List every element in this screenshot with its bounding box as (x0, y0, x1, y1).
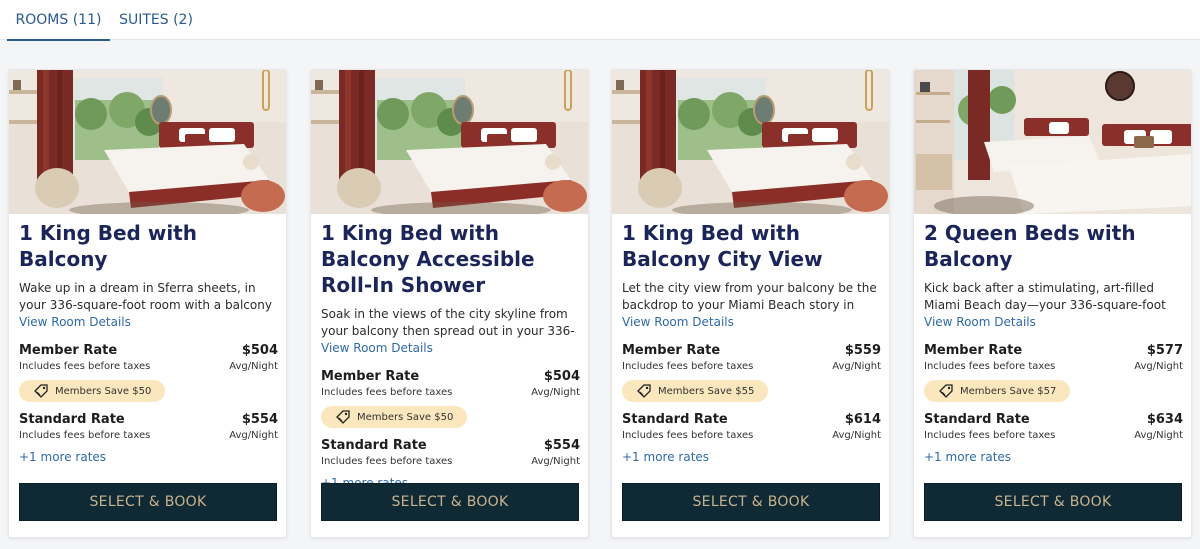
standard-rate-unit: Avg/Night (1134, 430, 1183, 441)
member-rate-unit: Avg/Night (1134, 361, 1183, 372)
view-room-details-link[interactable]: View Room Details (321, 340, 580, 356)
standard-rate-note: Includes fees before taxes (924, 430, 1056, 441)
standard-rate-label: Standard Rate (321, 438, 427, 453)
more-rates-link[interactable]: +1 more rates (622, 449, 881, 465)
standard-rate-row[interactable]: Standard Rate Includes fees before taxes… (321, 437, 580, 471)
member-rate-row[interactable]: Member Rate Includes fees before taxes $… (622, 342, 881, 376)
members-save-text: Members Save $55 (658, 385, 755, 397)
room-description: Wake up in a dream in Sferra sheets, in … (19, 281, 272, 312)
standard-rate-note: Includes fees before taxes (19, 430, 151, 441)
price-tag-icon (637, 384, 651, 398)
member-rate-row[interactable]: Member Rate Includes fees before taxes $… (321, 368, 580, 402)
member-rate-unit: Avg/Night (531, 387, 580, 398)
standard-rate-label: Standard Rate (19, 412, 125, 427)
standard-rate-price: $554 (241, 412, 278, 427)
standard-rate-row[interactable]: Standard Rate Includes fees before taxes… (622, 411, 881, 445)
member-rate-label: Member Rate (924, 343, 1023, 358)
room-photo[interactable] (914, 70, 1191, 214)
member-rate-label: Member Rate (622, 343, 721, 358)
members-save-text: Members Save $50 (357, 411, 454, 423)
more-rates-link[interactable]: +1 more rates (19, 449, 278, 465)
member-rate-price: $559 (844, 343, 881, 358)
view-room-details-link[interactable]: View Room Details (19, 314, 278, 330)
member-rate-note: Includes fees before taxes (622, 361, 754, 372)
room-title: 2 Queen Beds with Balcony (924, 221, 1136, 271)
room-card: 1 King Bed with Balcony Wake up in a dre… (8, 69, 287, 538)
standard-rate-price: $554 (543, 438, 580, 453)
standard-rate-price: $614 (844, 412, 881, 427)
standard-rate-note: Includes fees before taxes (321, 456, 453, 467)
price-tag-icon (34, 384, 48, 398)
room-description: Kick back after a stimulating, art-fille… (924, 281, 1166, 312)
members-save-text: Members Save $50 (55, 385, 152, 397)
room-card: 1 King Bed with Balcony Accessible Roll-… (310, 69, 589, 538)
member-rate-note: Includes fees before taxes (924, 361, 1056, 372)
room-photo[interactable] (612, 70, 889, 214)
standard-rate-label: Standard Rate (924, 412, 1030, 427)
select-and-book-button[interactable]: SELECT & BOOK (924, 483, 1182, 521)
room-description: Let the city view from your balcony be t… (622, 281, 877, 312)
members-save-badge: Members Save $57 (924, 380, 1071, 402)
price-tag-icon (336, 410, 350, 424)
select-and-book-button[interactable]: SELECT & BOOK (622, 483, 880, 521)
room-type-tabs: ROOMS (11) SUITES (2) (0, 0, 1200, 41)
member-rate-note: Includes fees before taxes (321, 387, 453, 398)
standard-rate-unit: Avg/Night (531, 456, 580, 467)
more-rates-link[interactable]: +1 more rates (924, 449, 1183, 465)
room-title: 1 King Bed with Balcony City View (622, 221, 823, 271)
member-rate-price: $504 (543, 369, 580, 384)
members-save-badge: Members Save $50 (19, 380, 166, 402)
members-save-badge: Members Save $55 (622, 380, 769, 402)
standard-rate-row[interactable]: Standard Rate Includes fees before taxes… (19, 411, 278, 445)
member-rate-row[interactable]: Member Rate Includes fees before taxes $… (19, 342, 278, 376)
view-room-details-link[interactable]: View Room Details (622, 314, 881, 330)
member-rate-unit: Avg/Night (229, 361, 278, 372)
member-rate-row[interactable]: Member Rate Includes fees before taxes $… (924, 342, 1183, 376)
price-tag-icon (939, 384, 953, 398)
select-and-book-button[interactable]: SELECT & BOOK (19, 483, 277, 521)
standard-rate-label: Standard Rate (622, 412, 728, 427)
standard-rate-price: $634 (1146, 412, 1183, 427)
members-save-text: Members Save $57 (960, 385, 1057, 397)
member-rate-label: Member Rate (19, 343, 118, 358)
room-description: Soak in the views of the city skyline fr… (321, 307, 575, 338)
standard-rate-row[interactable]: Standard Rate Includes fees before taxes… (924, 411, 1183, 445)
member-rate-label: Member Rate (321, 369, 420, 384)
room-card: 2 Queen Beds with Balcony Kick back afte… (913, 69, 1192, 538)
room-title: 1 King Bed with Balcony Accessible Roll-… (321, 221, 535, 297)
room-photo[interactable] (311, 70, 588, 214)
standard-rate-unit: Avg/Night (229, 430, 278, 441)
view-room-details-link[interactable]: View Room Details (924, 314, 1183, 330)
member-rate-price: $504 (241, 343, 278, 358)
tab-rooms[interactable]: ROOMS (11) (7, 0, 110, 41)
tab-suites[interactable]: SUITES (2) (110, 0, 202, 40)
room-title: 1 King Bed with Balcony (19, 221, 197, 271)
room-card: 1 King Bed with Balcony City View Let th… (611, 69, 890, 538)
standard-rate-unit: Avg/Night (832, 430, 881, 441)
select-and-book-button[interactable]: SELECT & BOOK (321, 483, 579, 521)
room-photo[interactable] (9, 70, 286, 214)
member-rate-unit: Avg/Night (832, 361, 881, 372)
standard-rate-note: Includes fees before taxes (622, 430, 754, 441)
members-save-badge: Members Save $50 (321, 406, 468, 428)
member-rate-price: $577 (1146, 343, 1183, 358)
member-rate-note: Includes fees before taxes (19, 361, 151, 372)
